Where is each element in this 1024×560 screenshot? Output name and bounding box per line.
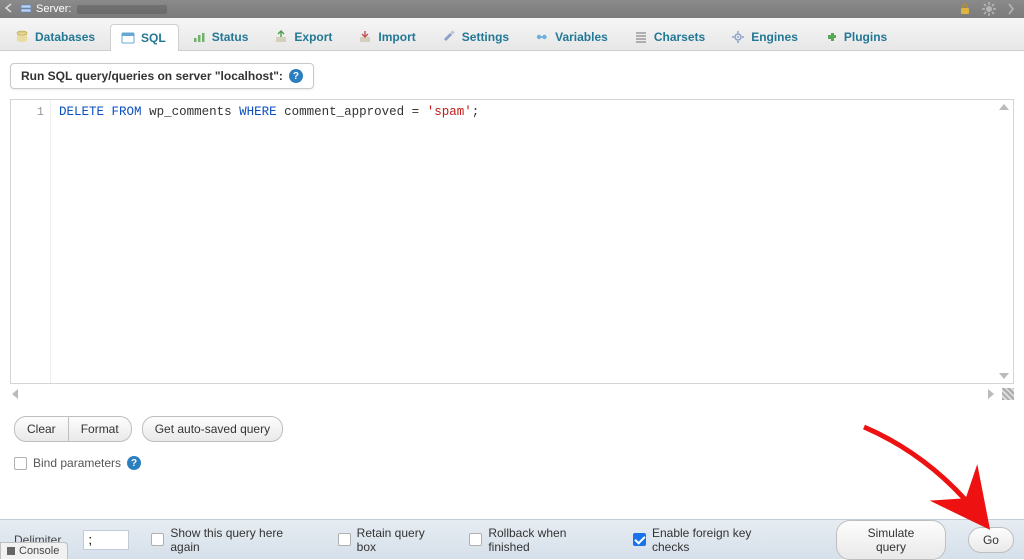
status-icon bbox=[192, 30, 206, 44]
simulate-query-button[interactable]: Simulate query bbox=[836, 520, 946, 560]
charsets-icon bbox=[634, 30, 648, 44]
tab-charsets[interactable]: Charsets bbox=[623, 23, 718, 50]
tab-engines[interactable]: Engines bbox=[720, 23, 811, 50]
line-number: 1 bbox=[11, 105, 44, 119]
tab-label: Variables bbox=[555, 30, 608, 44]
help-icon[interactable]: ? bbox=[289, 69, 303, 83]
tabbar: Databases SQL Status Export Import Setti… bbox=[0, 18, 1024, 51]
tab-label: Charsets bbox=[654, 30, 705, 44]
resize-grip-icon[interactable] bbox=[1002, 388, 1014, 400]
tab-databases[interactable]: Databases bbox=[4, 23, 108, 50]
titlebar: Server: bbox=[0, 0, 1024, 18]
editor-hscroll[interactable] bbox=[10, 386, 1014, 402]
sql-icon bbox=[121, 31, 135, 45]
databases-icon bbox=[15, 30, 29, 44]
show-again-label: Show this query here again bbox=[170, 526, 315, 554]
sql-ident: comment_approved bbox=[284, 105, 404, 119]
import-icon bbox=[358, 30, 372, 44]
tab-settings[interactable]: Settings bbox=[431, 23, 522, 50]
delimiter-input[interactable] bbox=[83, 530, 129, 550]
settings-icon bbox=[442, 30, 456, 44]
tab-label: Engines bbox=[751, 30, 798, 44]
console-label: Console bbox=[19, 545, 59, 557]
titlebar-label: Server: bbox=[36, 3, 71, 15]
lock-icon[interactable] bbox=[958, 2, 972, 16]
chevron-icon[interactable] bbox=[1006, 2, 1020, 16]
sql-panel: Run SQL query/queries on server "localho… bbox=[0, 51, 1024, 478]
sql-punct: ; bbox=[472, 105, 480, 119]
console-tab[interactable]: Console bbox=[0, 542, 68, 559]
bind-params-checkbox[interactable] bbox=[14, 457, 27, 470]
retain-checkbox[interactable] bbox=[338, 533, 351, 546]
footer-bar: Delimiter Show this query here again Ret… bbox=[0, 519, 1024, 559]
fk-checks-checkbox[interactable] bbox=[633, 533, 646, 546]
show-again-checkbox[interactable] bbox=[151, 533, 164, 546]
tab-label: Export bbox=[294, 30, 332, 44]
tab-label: Import bbox=[378, 30, 415, 44]
tab-status[interactable]: Status bbox=[181, 23, 262, 50]
rollback-label: Rollback when finished bbox=[488, 526, 611, 554]
tab-label: Databases bbox=[35, 30, 95, 44]
tab-sql[interactable]: SQL bbox=[110, 24, 179, 51]
sql-string: 'spam' bbox=[427, 105, 472, 119]
gear-icon[interactable] bbox=[982, 2, 996, 16]
variables-icon bbox=[535, 30, 549, 44]
retain-label: Retain query box bbox=[357, 526, 448, 554]
server-name-redacted bbox=[77, 5, 167, 14]
sql-kw: WHERE bbox=[239, 105, 277, 119]
sql-kw: DELETE bbox=[59, 105, 104, 119]
server-icon bbox=[20, 3, 32, 15]
tab-plugins[interactable]: Plugins bbox=[813, 23, 900, 50]
export-icon bbox=[274, 30, 288, 44]
tab-label: Settings bbox=[462, 30, 509, 44]
go-button[interactable]: Go bbox=[968, 527, 1014, 553]
query-heading-box: Run SQL query/queries on server "localho… bbox=[10, 63, 314, 89]
scroll-right-icon[interactable] bbox=[988, 389, 994, 399]
sql-kw: FROM bbox=[112, 105, 142, 119]
engines-icon bbox=[731, 30, 745, 44]
rollback-checkbox[interactable] bbox=[469, 533, 482, 546]
clear-button[interactable]: Clear bbox=[14, 416, 69, 442]
scroll-down-icon[interactable] bbox=[999, 373, 1009, 379]
bind-params-label: Bind parameters bbox=[33, 456, 121, 470]
sql-editor[interactable]: 1 DELETE FROM wp_comments WHERE comment_… bbox=[10, 99, 1014, 384]
plugins-icon bbox=[824, 30, 838, 44]
editor-buttons: Clear Format Get auto-saved query bbox=[10, 416, 1014, 442]
bind-params-row: Bind parameters ? bbox=[10, 456, 1014, 470]
tab-import[interactable]: Import bbox=[347, 23, 428, 50]
editor-gutter: 1 bbox=[11, 100, 51, 383]
sql-op: = bbox=[412, 105, 420, 119]
scroll-up-icon[interactable] bbox=[999, 104, 1009, 110]
tab-export[interactable]: Export bbox=[263, 23, 345, 50]
tab-label: Status bbox=[212, 30, 249, 44]
scroll-left-icon[interactable] bbox=[12, 389, 18, 399]
tab-label: SQL bbox=[141, 31, 166, 45]
tab-label: Plugins bbox=[844, 30, 887, 44]
sql-ident: wp_comments bbox=[149, 105, 232, 119]
query-heading: Run SQL query/queries on server "localho… bbox=[21, 69, 283, 83]
help-icon[interactable]: ? bbox=[127, 456, 141, 470]
fk-checks-label: Enable foreign key checks bbox=[652, 526, 792, 554]
console-icon bbox=[7, 547, 15, 555]
back-arrow-icon[interactable] bbox=[4, 3, 16, 15]
tab-variables[interactable]: Variables bbox=[524, 23, 621, 50]
format-button[interactable]: Format bbox=[69, 416, 132, 442]
editor-body[interactable]: DELETE FROM wp_comments WHERE comment_ap… bbox=[51, 100, 1013, 383]
get-autosaved-button[interactable]: Get auto-saved query bbox=[142, 416, 283, 442]
